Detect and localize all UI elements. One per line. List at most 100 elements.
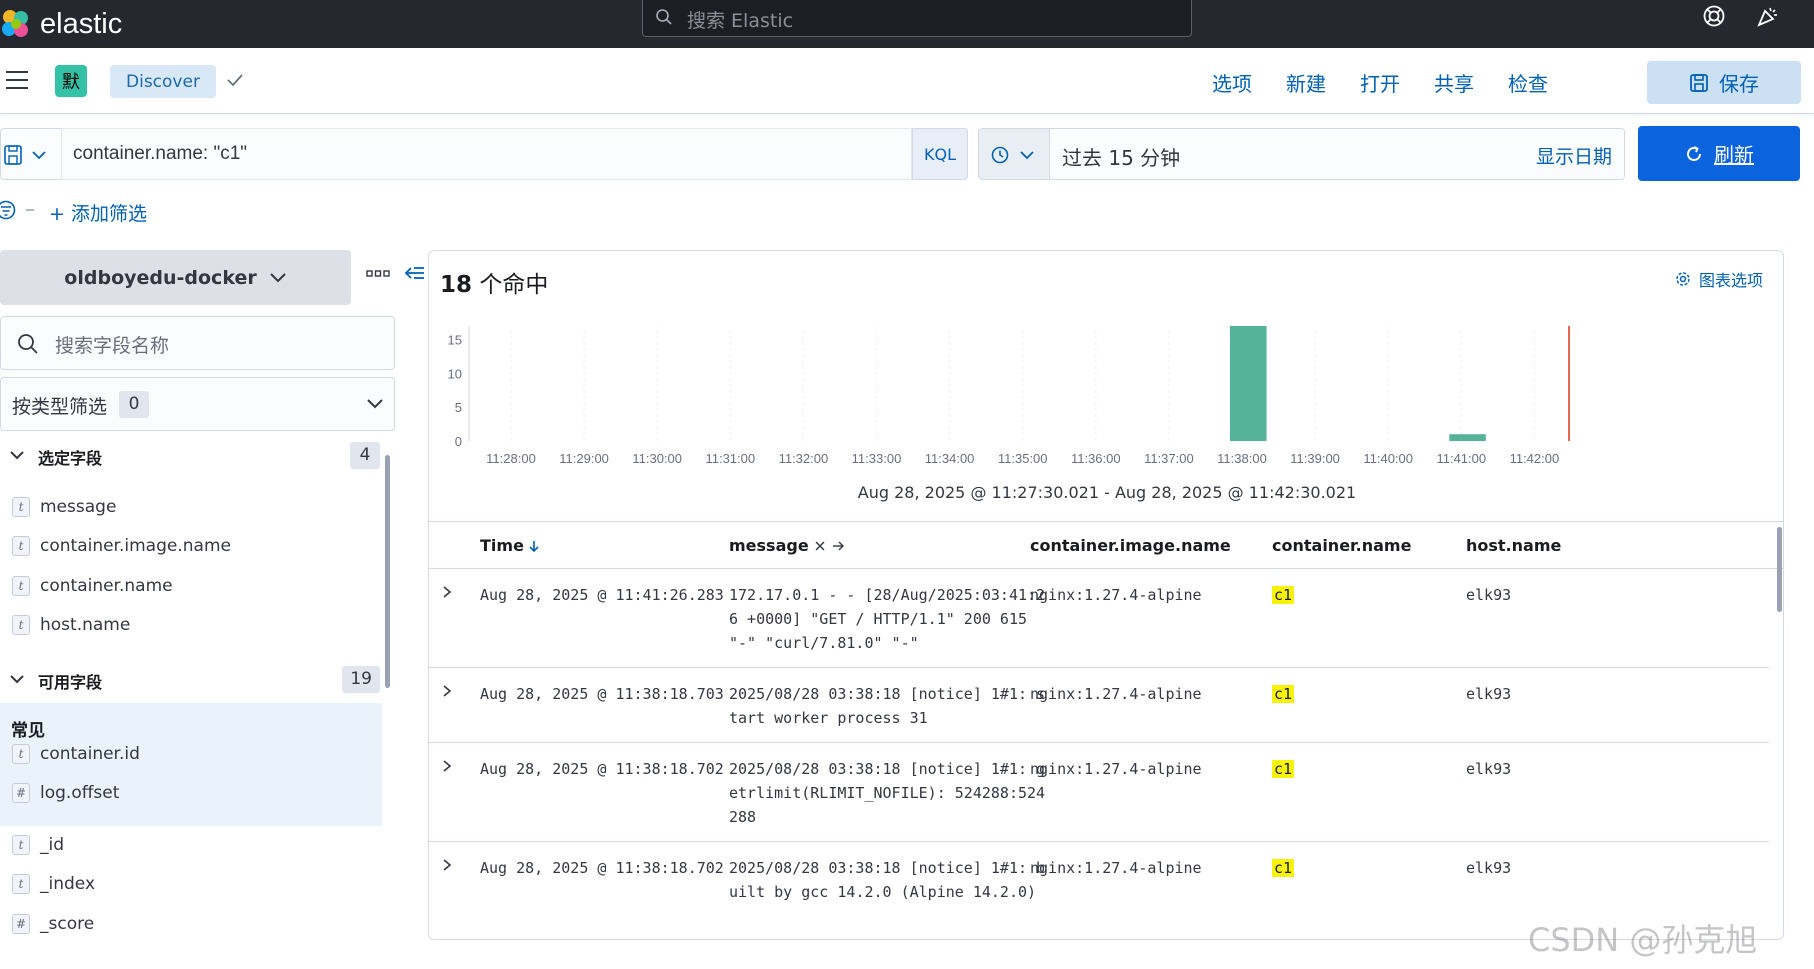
cell-message: 2025/08/28 03:38:18 [notice] 1#1: getrli… <box>729 760 1046 826</box>
x-tick-label: 11:41:00 <box>1436 451 1486 466</box>
chevron-right-icon[interactable] <box>441 585 453 599</box>
sidebar-scrollbar[interactable] <box>385 455 390 688</box>
histogram-chart[interactable]: 11:28:00 11:29:00 11:30:00 11:31:00 11:32:00… <box>429 326 1784 476</box>
x-tick-label: 11:36:00 <box>1071 451 1121 466</box>
x-tick-label: 11:35:00 <box>998 451 1048 466</box>
space-avatar[interactable]: 默 <box>55 65 87 97</box>
table-row[interactable]: Aug 28, 2025 @ 11:41:26.283 172.17.0.1 -… <box>429 569 1769 668</box>
document-table-header: Time message container.image.name contai… <box>429 521 1783 569</box>
column-header-host-name[interactable]: host.name <box>1466 536 1561 555</box>
query-language-button[interactable]: KQL <box>912 128 968 180</box>
y-tick-label: 0 <box>455 434 462 449</box>
chevron-down-icon <box>10 451 24 460</box>
hits-count-label: 18 个命中 <box>440 265 548 299</box>
saved-query-menu-button[interactable] <box>0 128 62 180</box>
field-item-container-name[interactable]: t container.name <box>12 571 173 601</box>
breadcrumb-discover[interactable]: Discover <box>110 65 216 98</box>
table-row[interactable]: Aug 28, 2025 @ 11:38:18.702 2025/08/28 0… <box>429 743 1769 842</box>
field-item-message[interactable]: t message <box>12 492 116 522</box>
news-feed-icon[interactable] <box>1756 4 1780 28</box>
field-name: _id <box>40 835 65 855</box>
collapse-sidebar-icon[interactable] <box>404 265 426 283</box>
cell-image: nginx:1.27.4-alpine <box>1030 586 1202 604</box>
field-type-filter-button[interactable]: 按类型筛选 0 <box>0 377 395 431</box>
x-tick-label: 11:30:00 <box>632 451 682 466</box>
cell-host: elk93 <box>1466 760 1512 778</box>
share-link[interactable]: 共享 <box>1434 68 1474 97</box>
show-dates-link[interactable]: 显示日期 <box>1536 142 1612 169</box>
brand-name: elastic <box>40 7 123 40</box>
quick-time-menu-button[interactable] <box>978 128 1050 180</box>
available-fields-count: 19 <box>342 666 380 693</box>
move-column-right-icon[interactable] <box>831 539 845 553</box>
save-button[interactable]: 保存 <box>1647 61 1801 104</box>
field-item-score[interactable]: # _score <box>12 909 94 939</box>
index-pattern-selector[interactable]: oldboyedu-docker <box>0 250 351 305</box>
options-link[interactable]: 选项 <box>1212 68 1252 97</box>
elastic-logo[interactable]: elastic <box>0 0 122 48</box>
available-fields-header[interactable]: 可用字段 19 <box>0 664 380 696</box>
x-tick-label: 11:40:00 <box>1363 451 1413 466</box>
type-filter-count: 0 <box>119 391 149 418</box>
x-tick-label: 11:29:00 <box>559 451 609 466</box>
number-type-icon: # <box>12 783 30 803</box>
field-item-id[interactable]: t _id <box>12 830 64 860</box>
column-header-message[interactable]: message <box>729 536 845 555</box>
cell-time: Aug 28, 2025 @ 11:41:26.283 <box>480 586 724 604</box>
cell-container-highlight: c1 <box>1272 586 1295 604</box>
top-header: elastic 搜索 Elastic <box>0 0 1814 48</box>
selected-fields-count: 4 <box>350 442 380 469</box>
save-button-label: 保存 <box>1719 72 1759 96</box>
field-item-container-id[interactable]: t container.id <box>12 739 140 769</box>
chart-options-button[interactable]: 图表选项 <box>1675 267 1763 291</box>
chevron-right-icon[interactable] <box>441 684 453 698</box>
column-message-label: message <box>729 536 809 555</box>
string-type-icon: t <box>12 536 30 556</box>
x-tick-label: 11:34:00 <box>925 451 975 466</box>
field-search-placeholder: 搜索字段名称 <box>55 335 170 357</box>
sort-down-icon[interactable] <box>528 539 540 553</box>
more-options-icon[interactable] <box>366 269 390 279</box>
number-type-icon: # <box>12 914 30 934</box>
column-container-label: container.name <box>1272 536 1412 555</box>
time-range-picker[interactable]: 过去 15 分钟 显示日期 <box>1049 128 1625 180</box>
string-type-icon: t <box>12 874 30 894</box>
time-range-value: 过去 15 分钟 <box>1062 146 1181 170</box>
menu-toggle-button[interactable] <box>6 71 28 89</box>
column-header-time[interactable]: Time <box>480 536 540 555</box>
open-link[interactable]: 打开 <box>1360 68 1400 97</box>
column-host-label: host.name <box>1466 536 1562 555</box>
cell-message: 2025/08/28 03:38:18 [notice] 1#1: start … <box>729 685 1046 727</box>
add-filter-button[interactable]: + 添加筛选 <box>49 199 147 226</box>
refresh-button[interactable]: 刷新 <box>1638 126 1800 181</box>
table-row[interactable]: Aug 28, 2025 @ 11:38:18.703 2025/08/28 0… <box>429 668 1769 743</box>
field-name: container.image.name <box>40 536 231 556</box>
gear-icon <box>1676 272 1690 286</box>
field-item-host-name[interactable]: t host.name <box>12 610 130 640</box>
chevron-right-icon[interactable] <box>441 858 453 872</box>
column-header-container-name[interactable]: container.name <box>1272 536 1411 555</box>
chevron-right-icon[interactable] <box>441 759 453 773</box>
table-scrollbar[interactable] <box>1777 527 1782 612</box>
selected-fields-header[interactable]: 选定字段 4 <box>0 440 380 472</box>
new-link[interactable]: 新建 <box>1286 68 1326 97</box>
help-icon[interactable] <box>1702 4 1726 28</box>
kql-query-input[interactable]: container.name: "c1" <box>61 128 912 180</box>
field-name: log.offset <box>40 783 120 803</box>
x-tick-label: 11:39:00 <box>1290 451 1340 466</box>
global-search-input[interactable]: 搜索 Elastic <box>642 0 1192 37</box>
app-navbar: 默 Discover 选项 新建 打开 共享 检查 保存 <box>0 48 1814 114</box>
inspect-link[interactable]: 检查 <box>1508 68 1548 97</box>
field-item-log-offset[interactable]: # log.offset <box>12 778 119 808</box>
filter-menu-icon[interactable] <box>0 198 38 222</box>
field-item-container-image-name[interactable]: t container.image.name <box>12 531 231 561</box>
cell-container-highlight: c1 <box>1272 760 1295 778</box>
x-tick-label: 11:28:00 <box>486 451 536 466</box>
field-item-index[interactable]: t _index <box>12 869 95 899</box>
remove-column-icon[interactable] <box>813 539 827 553</box>
cell-image: nginx:1.27.4-alpine <box>1030 685 1202 703</box>
field-search-input[interactable]: 搜索字段名称 <box>0 316 395 370</box>
column-header-container-image-name[interactable]: container.image.name <box>1030 536 1231 555</box>
y-tick-label: 15 <box>448 333 462 348</box>
cell-time: Aug 28, 2025 @ 11:38:18.702 <box>480 859 724 877</box>
